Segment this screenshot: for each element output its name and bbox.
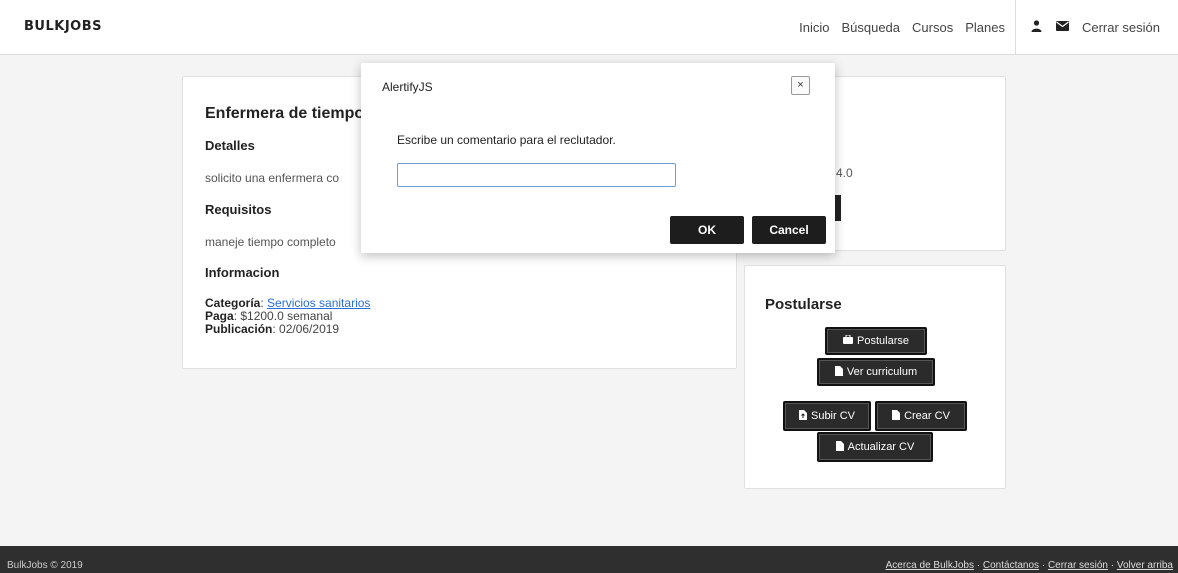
prompt-dialog: AlertifyJS × Escribe un comentario para … bbox=[361, 63, 835, 253]
close-icon[interactable]: × bbox=[791, 76, 810, 95]
dialog-title: AlertifyJS bbox=[382, 80, 433, 94]
comment-input[interactable] bbox=[397, 163, 676, 187]
cancel-button[interactable]: Cancel bbox=[752, 216, 826, 244]
dialog-message: Escribe un comentario para el reclutador… bbox=[397, 133, 616, 147]
ok-button[interactable]: OK bbox=[670, 216, 744, 244]
